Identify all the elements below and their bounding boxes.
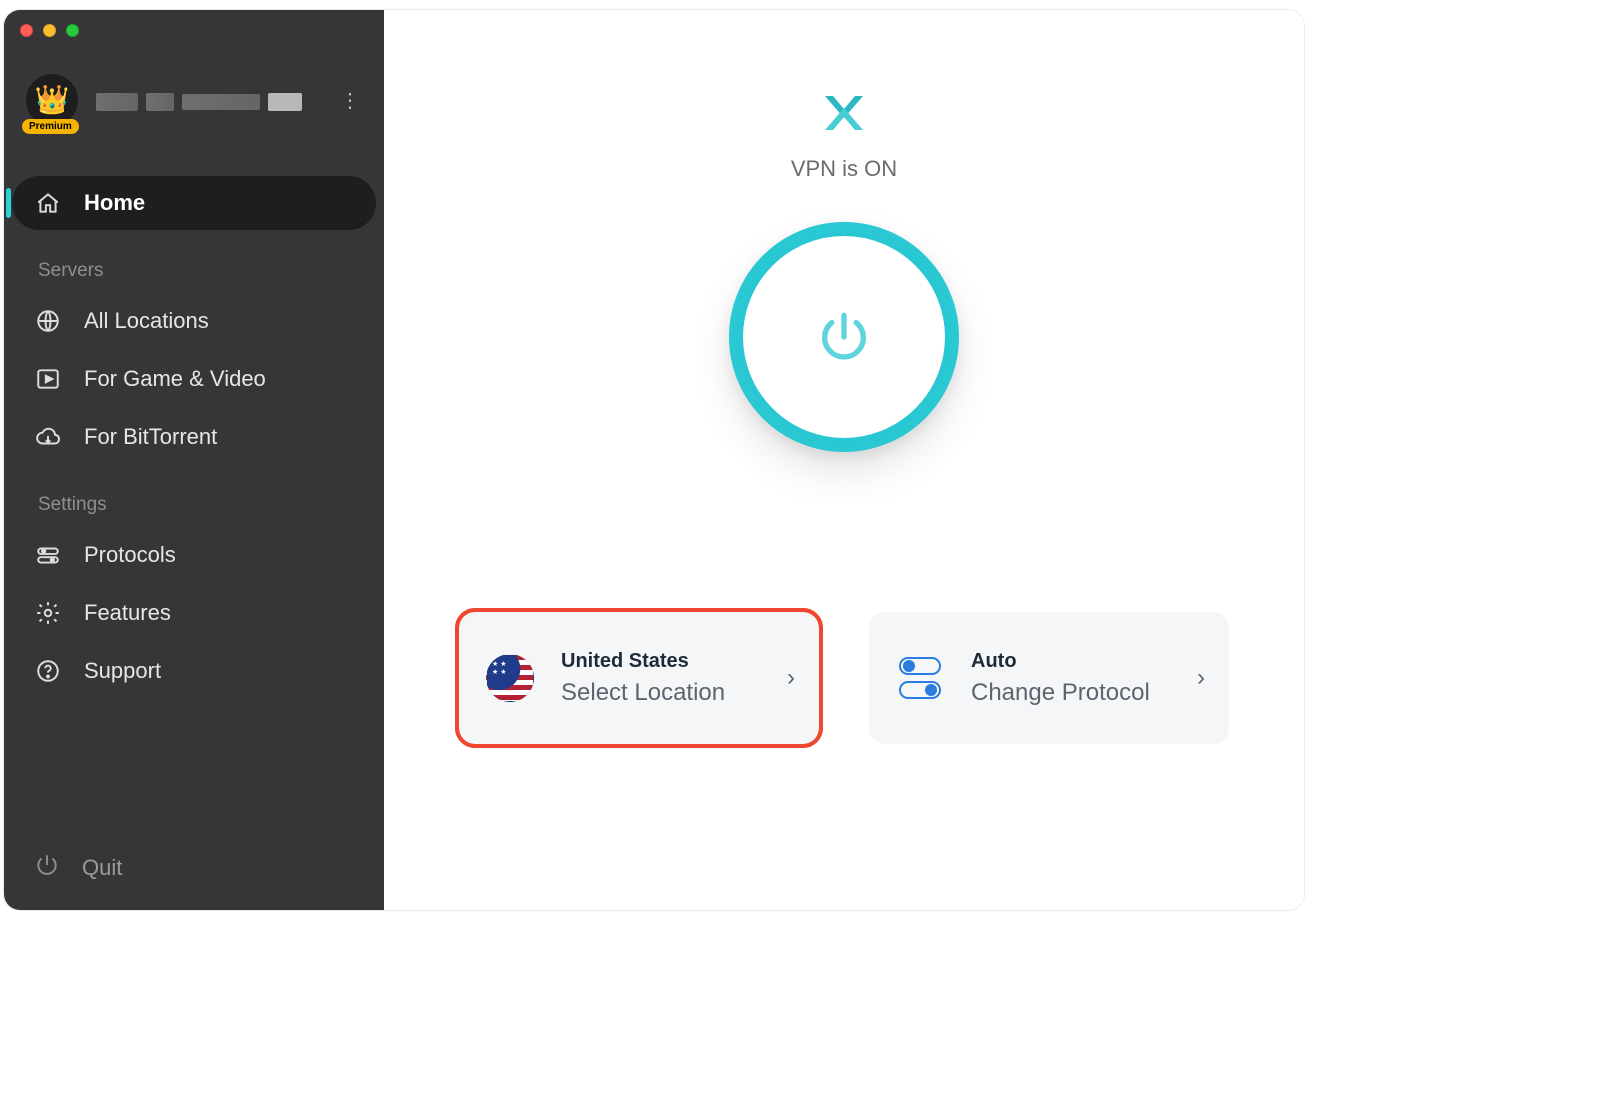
- sidebar-item-label: Support: [84, 658, 161, 684]
- chevron-right-icon: ›: [787, 664, 795, 692]
- minimize-window-button[interactable]: [43, 24, 56, 37]
- sidebar-item-label: For Game & Video: [84, 366, 266, 392]
- quit-button[interactable]: Quit: [4, 832, 384, 910]
- main-panel: VPN is ON United States Select Location: [384, 10, 1304, 910]
- sidebar-item-game-video[interactable]: For Game & Video: [12, 352, 376, 406]
- cloud-download-icon: [34, 424, 62, 450]
- vpn-status-text: VPN is ON: [791, 156, 897, 182]
- play-box-icon: [34, 366, 62, 392]
- sidebar-item-support[interactable]: Support: [12, 644, 376, 698]
- sidebar-section-settings: Settings: [12, 494, 376, 524]
- sidebar-item-label: Protocols: [84, 542, 176, 568]
- account-menu-icon[interactable]: ⋮: [340, 88, 360, 113]
- account-name-redacted: [96, 80, 306, 124]
- sidebar: 👑 Premium ⋮ Home Servers: [4, 10, 384, 910]
- location-card-subtitle: Select Location: [561, 679, 763, 707]
- sidebar-item-protocols[interactable]: Protocols: [12, 528, 376, 582]
- sidebar-item-label: For BitTorrent: [84, 424, 217, 450]
- help-icon: [34, 658, 62, 684]
- crown-icon: 👑: [35, 86, 70, 114]
- premium-badge: Premium: [22, 119, 79, 134]
- power-icon: [729, 222, 959, 452]
- sidebar-item-features[interactable]: Features: [12, 586, 376, 640]
- sidebar-item-bittorrent[interactable]: For BitTorrent: [12, 410, 376, 464]
- globe-icon: [34, 308, 62, 334]
- sidebar-section-servers: Servers: [12, 260, 376, 290]
- bottom-cards: United States Select Location › Auto Cha…: [459, 612, 1229, 744]
- close-window-button[interactable]: [20, 24, 33, 37]
- select-location-card[interactable]: United States Select Location ›: [459, 612, 819, 744]
- sidebar-item-all-locations[interactable]: All Locations: [12, 294, 376, 348]
- avatar[interactable]: 👑 Premium: [26, 74, 82, 130]
- sidebar-nav: Home Servers All Locations For Game & Vi…: [4, 176, 384, 832]
- account-header: 👑 Premium ⋮: [4, 74, 384, 130]
- gear-icon: [34, 600, 62, 626]
- sidebar-item-label: All Locations: [84, 308, 209, 334]
- window-controls: [20, 24, 79, 37]
- app-window: 👑 Premium ⋮ Home Servers: [4, 10, 1304, 910]
- power-icon: [34, 852, 60, 884]
- flag-us-icon: [483, 651, 537, 705]
- vpn-toggle-button[interactable]: [729, 222, 959, 452]
- chevron-right-icon: ›: [1197, 664, 1205, 692]
- sidebar-item-label: Features: [84, 600, 171, 626]
- change-protocol-card[interactable]: Auto Change Protocol ›: [869, 612, 1229, 744]
- location-card-title: United States: [561, 650, 763, 673]
- quit-label: Quit: [82, 855, 122, 881]
- sliders-icon: [34, 542, 62, 568]
- maximize-window-button[interactable]: [66, 24, 79, 37]
- protocol-card-title: Auto: [971, 650, 1173, 673]
- protocol-card-subtitle: Change Protocol: [971, 679, 1173, 707]
- app-logo-icon: [819, 88, 869, 138]
- sidebar-item-home[interactable]: Home: [12, 176, 376, 230]
- toggle-stack-icon: [893, 651, 947, 705]
- sidebar-item-label: Home: [84, 190, 145, 216]
- home-icon: [34, 190, 62, 216]
